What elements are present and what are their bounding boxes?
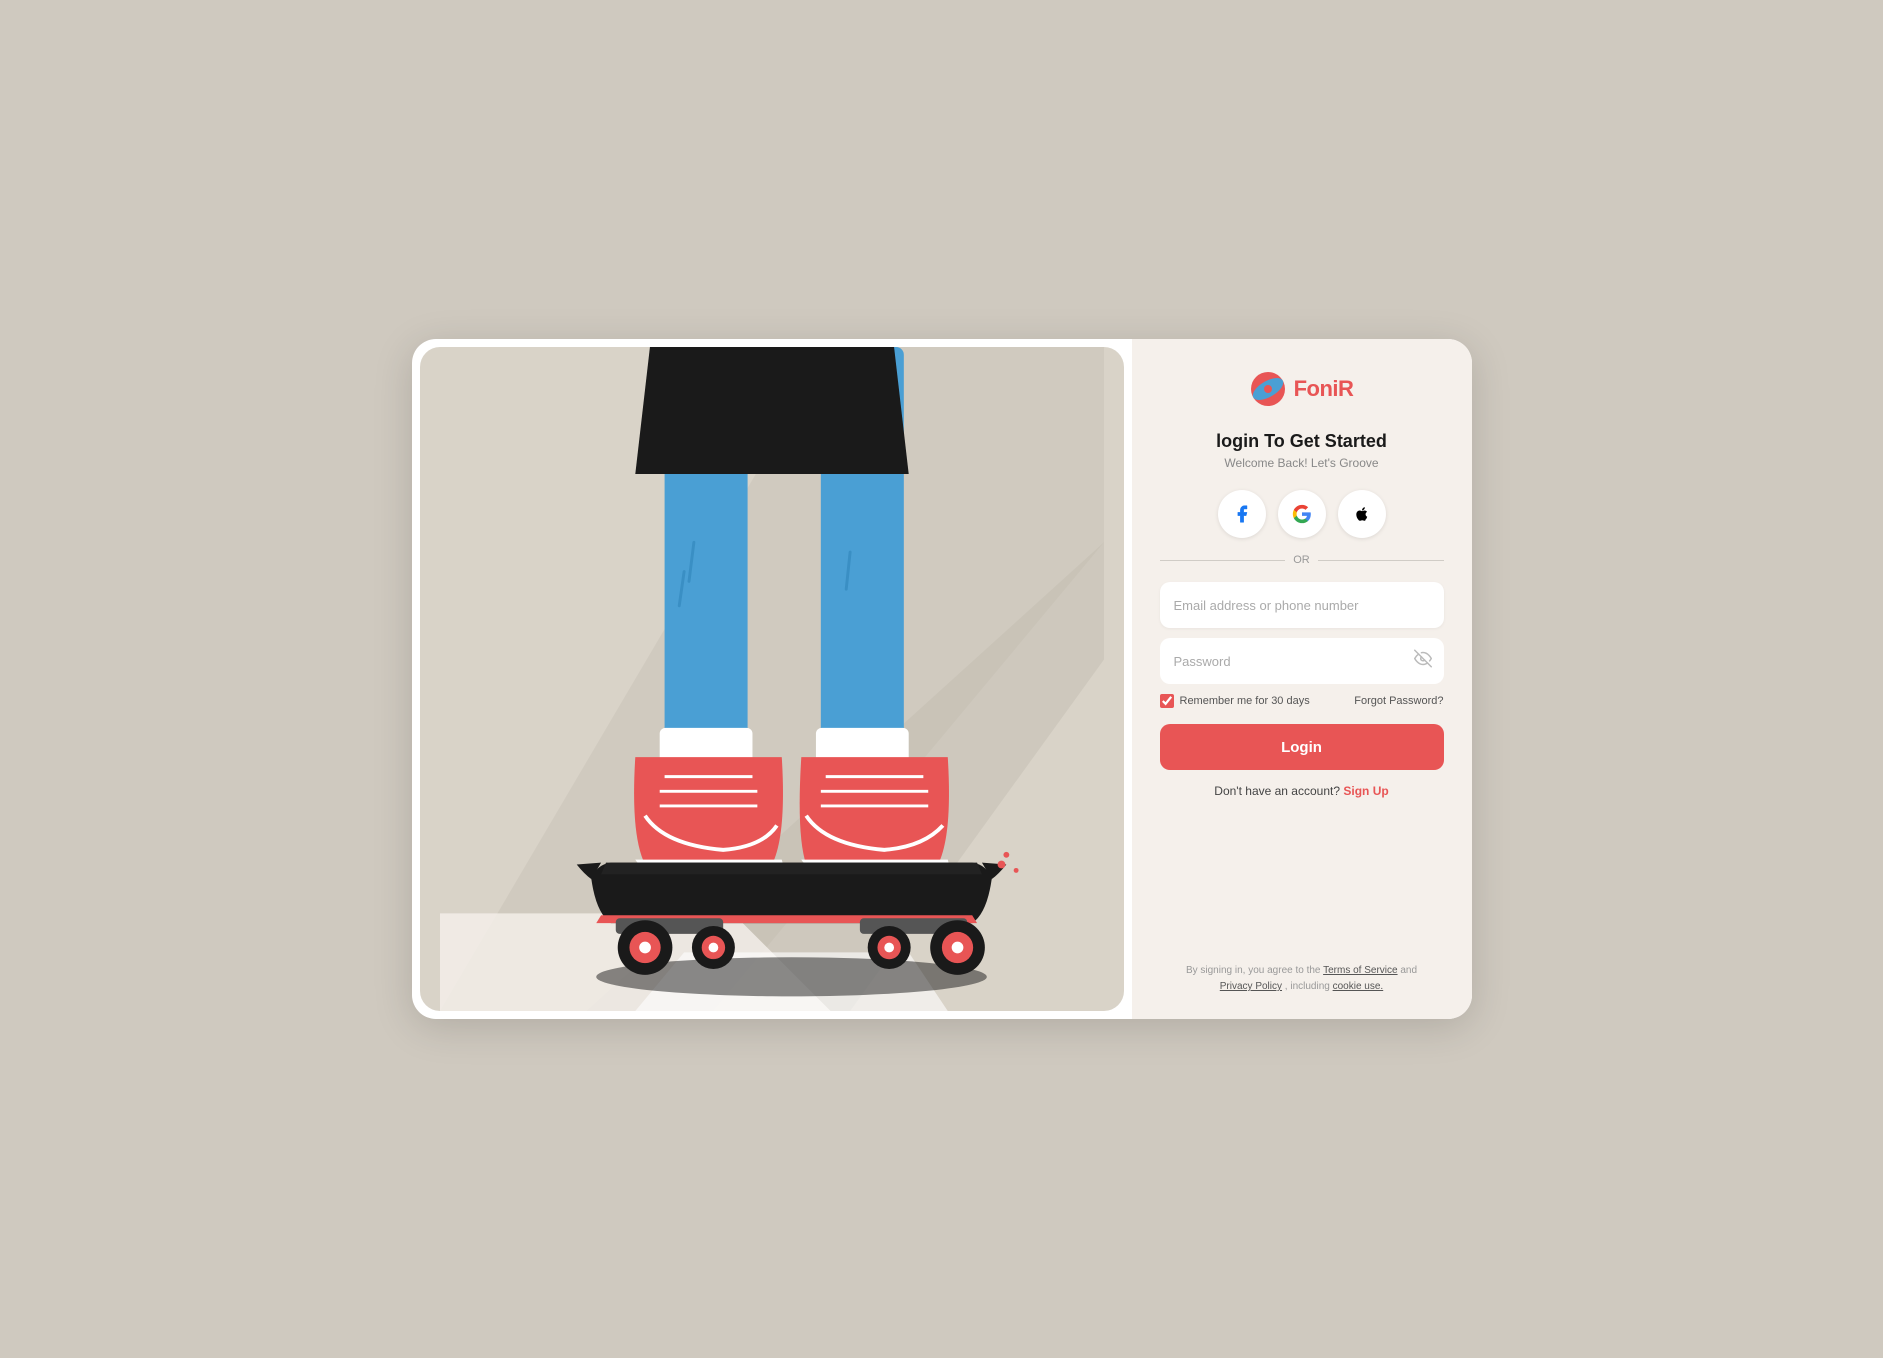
divider-line-left: [1160, 560, 1286, 561]
illustration-panel: [420, 347, 1124, 1011]
signup-row: Don't have an account? Sign Up: [1214, 784, 1388, 798]
logo-text: FoniR: [1294, 376, 1354, 402]
remember-label: Remember me for 30 days: [1180, 695, 1310, 707]
email-input[interactable]: [1160, 582, 1444, 628]
divider-text: OR: [1293, 554, 1310, 566]
terms-of-service-link[interactable]: Terms of Service: [1323, 965, 1397, 976]
remember-checkbox[interactable]: [1160, 694, 1174, 708]
remember-row: Remember me for 30 days Forgot Password?: [1160, 694, 1444, 708]
logo-icon: [1250, 371, 1286, 407]
signup-link[interactable]: Sign Up: [1343, 784, 1388, 798]
password-wrapper: [1160, 638, 1444, 684]
terms-text: By signing in, you agree to the Terms of…: [1186, 963, 1417, 995]
social-buttons: [1218, 490, 1386, 538]
eye-icon[interactable]: [1414, 650, 1432, 673]
apple-button[interactable]: [1338, 490, 1386, 538]
facebook-button[interactable]: [1218, 490, 1266, 538]
cookie-use-link[interactable]: cookie use.: [1333, 981, 1384, 992]
divider-line-right: [1318, 560, 1444, 561]
login-panel: FoniR login To Get Started Welcome Back!…: [1132, 339, 1472, 1019]
forgot-password-link[interactable]: Forgot Password?: [1354, 695, 1443, 707]
google-button[interactable]: [1278, 490, 1326, 538]
divider: OR: [1160, 554, 1444, 566]
login-card: FoniR login To Get Started Welcome Back!…: [412, 339, 1472, 1019]
login-title: login To Get Started: [1216, 431, 1387, 452]
remember-left: Remember me for 30 days: [1160, 694, 1310, 708]
logo-area: FoniR: [1250, 371, 1354, 407]
login-button[interactable]: Login: [1160, 724, 1444, 770]
password-input[interactable]: [1160, 638, 1444, 684]
signup-text: Don't have an account?: [1214, 784, 1340, 798]
privacy-policy-link[interactable]: Privacy Policy: [1220, 981, 1282, 992]
login-subtitle: Welcome Back! Let's Groove: [1224, 456, 1378, 470]
